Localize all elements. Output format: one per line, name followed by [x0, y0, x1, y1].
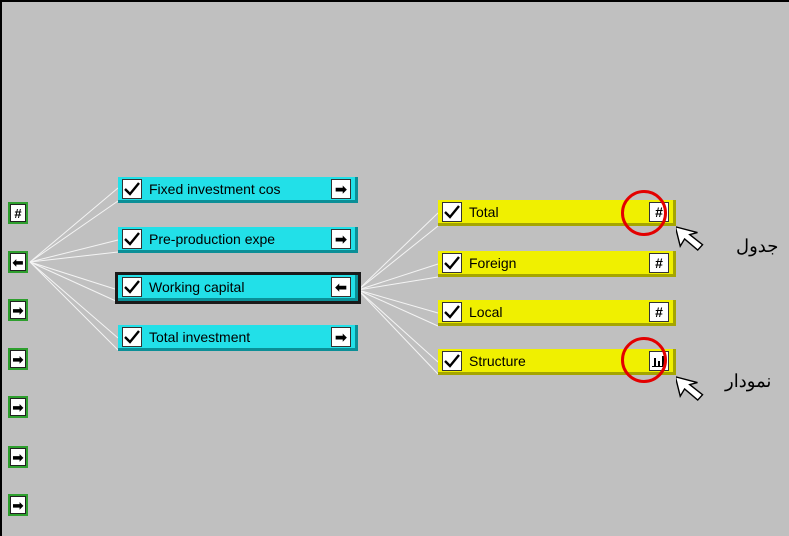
pointer-cursor-icon — [676, 375, 704, 402]
side-button-expand[interactable]: ➡ — [8, 446, 28, 468]
node-label: Local — [469, 303, 503, 320]
connector-line — [29, 251, 119, 263]
side-button-expand[interactable]: ➡ — [8, 396, 28, 418]
side-button-table[interactable]: # — [8, 202, 28, 224]
checkmark-icon — [124, 231, 140, 246]
expand-button[interactable]: ➡ — [331, 228, 351, 249]
connector-line — [357, 289, 439, 327]
expand-button[interactable]: ➡ — [331, 178, 351, 199]
checkbox[interactable] — [122, 228, 142, 249]
connector-line — [29, 200, 119, 263]
annotation-chart-label: نمودار — [725, 371, 772, 391]
checkbox[interactable] — [122, 178, 142, 199]
checkbox[interactable] — [442, 201, 462, 222]
node-label: Foreign — [469, 254, 517, 271]
tree-node-pre-production[interactable]: Pre-production expe ➡ — [118, 227, 358, 253]
node-label: Working capital — [149, 278, 245, 295]
highlight-circle-chart — [621, 337, 667, 383]
checkmark-icon — [444, 304, 460, 319]
table-button[interactable]: # — [649, 301, 669, 322]
connector-line — [29, 261, 119, 291]
checkbox[interactable] — [442, 350, 462, 371]
connector-line — [357, 289, 439, 314]
arrow-right-icon: ➡ — [335, 230, 347, 247]
tree-node-working-capital[interactable]: Working capital ⬅ — [115, 272, 361, 304]
highlight-circle-table — [621, 190, 667, 236]
connector-line — [357, 289, 439, 375]
node-label: Fixed investment cos — [149, 180, 281, 197]
arrow-right-icon: ➡ — [335, 180, 347, 197]
expand-button[interactable]: ➡ — [331, 326, 351, 347]
checkbox[interactable] — [122, 276, 142, 297]
arrow-right-icon: ➡ — [10, 448, 26, 466]
checkmark-icon — [444, 204, 460, 219]
tree-node-local[interactable]: Local # — [438, 300, 676, 326]
side-button-expand[interactable]: ➡ — [8, 299, 28, 321]
checkmark-icon — [124, 329, 140, 344]
arrow-right-icon: ➡ — [10, 350, 26, 368]
node-label: Total investment — [149, 328, 251, 345]
connector-line — [357, 289, 439, 363]
checkbox[interactable] — [122, 326, 142, 347]
arrow-right-icon: ➡ — [335, 328, 347, 345]
node-label: Pre-production expe — [149, 230, 276, 247]
tree-node-total-investment[interactable]: Total investment ➡ — [118, 325, 358, 351]
table-icon: # — [655, 254, 663, 271]
connector-line — [357, 263, 439, 291]
checkmark-icon — [124, 279, 140, 294]
connector-line — [29, 261, 119, 351]
project-tree-canvas: # ⬅ ➡ ➡ ➡ ➡ ➡ Fixed investment cos ➡ Pre… — [0, 0, 789, 536]
table-icon: # — [10, 204, 26, 222]
checkmark-icon — [444, 255, 460, 270]
side-button-expand[interactable]: ➡ — [8, 494, 28, 516]
arrow-left-icon: ⬅ — [10, 253, 26, 271]
table-icon: # — [655, 303, 663, 320]
checkbox[interactable] — [442, 301, 462, 322]
arrow-left-icon: ⬅ — [335, 278, 347, 295]
arrow-right-icon: ➡ — [10, 301, 26, 319]
tree-node-foreign[interactable]: Foreign # — [438, 251, 676, 277]
connector-line — [357, 225, 439, 291]
side-button-expand[interactable]: ➡ — [8, 348, 28, 370]
connector-line — [29, 261, 119, 303]
connector-line — [29, 261, 119, 339]
checkmark-icon — [124, 181, 140, 196]
checkmark-icon — [444, 353, 460, 368]
table-button[interactable]: # — [649, 252, 669, 273]
collapse-button[interactable]: ⬅ — [331, 276, 351, 297]
pointer-cursor-icon — [676, 225, 704, 252]
arrow-right-icon: ➡ — [10, 398, 26, 416]
arrow-right-icon: ➡ — [10, 496, 26, 514]
checkbox[interactable] — [442, 252, 462, 273]
annotation-table-label: جدول — [736, 236, 779, 256]
side-button-collapse[interactable]: ⬅ — [8, 251, 28, 273]
tree-node-fixed-investment[interactable]: Fixed investment cos ➡ — [118, 177, 358, 203]
